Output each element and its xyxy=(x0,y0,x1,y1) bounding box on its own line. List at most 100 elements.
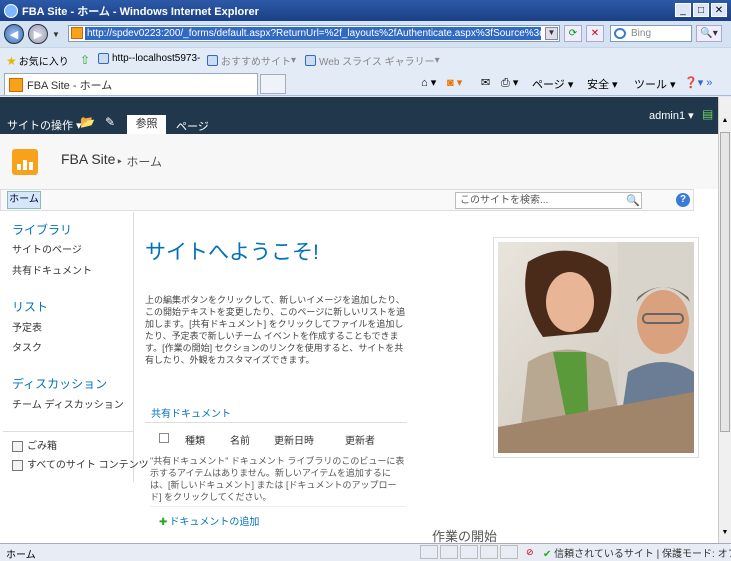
add-document-link[interactable]: ✚ ドキュメントの追加 xyxy=(159,513,259,528)
select-all-checkbox[interactable] xyxy=(159,433,169,443)
ie-page-icon xyxy=(207,55,218,66)
address-bar[interactable]: http://spdev0223:200/_forms/default.aspx… xyxy=(68,25,560,42)
ie-page-icon xyxy=(98,53,109,64)
maximize-button[interactable]: □ xyxy=(693,3,709,17)
page-menu-label: ページ xyxy=(532,79,565,91)
rss-icon[interactable]: ◙ ▾ xyxy=(447,76,462,89)
favorite-item[interactable]: http--localhost5973- xyxy=(98,53,200,64)
tools-menu-label: ツール xyxy=(634,79,667,91)
ql-tasks[interactable]: タスク xyxy=(12,339,42,354)
address-dropdown-icon[interactable]: ▼ xyxy=(545,27,558,40)
refresh-button[interactable]: ⟳ xyxy=(564,25,582,42)
forward-button[interactable]: ▶ xyxy=(28,24,48,44)
tab-page[interactable]: ページ xyxy=(176,118,209,134)
scroll-down-icon[interactable]: ▼ xyxy=(720,529,730,541)
window-titlebar: FBA Site - ホーム - Windows Internet Explor… xyxy=(0,0,731,21)
site-title[interactable]: FBA Site xyxy=(61,151,115,167)
favorite-item[interactable]: Web スライス ギャラリー ▾ xyxy=(305,53,440,68)
minimize-button[interactable]: _ xyxy=(675,3,691,17)
column-header-modified[interactable]: 更新日時 xyxy=(274,432,314,447)
user-name: admin1 xyxy=(649,110,686,122)
doclib-title[interactable]: 共有ドキュメント xyxy=(151,405,231,420)
ie-logo-icon xyxy=(4,3,18,18)
all-content-label: すべてのサイト コンテンツ xyxy=(27,460,149,471)
ql-site-pages[interactable]: サイトのページ xyxy=(12,241,82,256)
topnav-home[interactable]: ホーム xyxy=(7,191,41,209)
add-favorite-icon[interactable]: ⇧ xyxy=(80,53,90,67)
security-zone[interactable]: ✔ 信頼されているサイト | 保護モード: オフ xyxy=(543,545,731,560)
ql-lists[interactable]: リスト xyxy=(12,298,48,315)
scroll-thumb[interactable] xyxy=(720,132,730,432)
close-button[interactable]: ✕ xyxy=(711,3,727,17)
column-header-name[interactable]: 名前 xyxy=(230,432,250,447)
recycle-bin-icon xyxy=(12,440,23,452)
ql-discussions[interactable]: ディスカッション xyxy=(12,375,107,392)
user-menu[interactable]: admin1 ▾ xyxy=(649,109,694,122)
status-text: ホーム xyxy=(6,550,36,561)
divider xyxy=(3,431,134,432)
tab-browse[interactable]: 参照 xyxy=(127,115,166,134)
url-text[interactable]: http://spdev0223:200/_forms/default.aspx… xyxy=(85,27,541,40)
back-button[interactable]: ◀ xyxy=(4,24,24,44)
star-icon: ★ xyxy=(6,53,17,68)
favorites-label: お気に入り xyxy=(18,57,69,68)
window-title: FBA Site - ホーム - Windows Internet Explor… xyxy=(22,5,259,18)
welcome-image xyxy=(493,237,699,458)
tab-favicon xyxy=(9,77,23,92)
page-title: サイトへようこそ! xyxy=(145,241,319,264)
search-button[interactable]: 🔍▾ xyxy=(696,25,722,42)
status-box xyxy=(500,545,518,559)
help-icon[interactable]: ? xyxy=(676,193,690,207)
site-actions-menu[interactable]: サイトの操作 ▾ xyxy=(7,117,82,133)
focus-content-icon[interactable]: ▤ xyxy=(702,107,713,121)
add-icon: ✚ xyxy=(159,517,168,528)
site-logo-icon[interactable] xyxy=(12,149,38,175)
empty-message: "共有ドキュメント" ドキュメント ライブラリのこのビューに表示するアイテムはあ… xyxy=(150,456,405,502)
tools-menu[interactable]: ツール ▾ xyxy=(634,76,676,92)
history-dropdown-icon[interactable]: ▼ xyxy=(52,30,60,39)
scroll-up-icon[interactable]: ▲ xyxy=(720,117,730,129)
print-icon[interactable]: ⎙ ▾ xyxy=(501,76,518,90)
divider xyxy=(145,422,407,423)
edit-page-icon[interactable]: ✎ xyxy=(105,115,115,129)
ql-shared-docs[interactable]: 共有ドキュメント xyxy=(12,262,92,277)
favorites-button[interactable]: ★ お気に入り xyxy=(6,53,69,69)
safety-menu[interactable]: 安全 ▾ xyxy=(587,76,618,92)
navigate-up-icon[interactable]: 📂 xyxy=(80,115,95,129)
people-photo-icon xyxy=(498,242,694,453)
stop-button[interactable]: ✕ xyxy=(586,25,604,42)
page-menu[interactable]: ページ ▾ xyxy=(532,76,573,92)
search-icon[interactable]: 🔍 xyxy=(626,194,640,207)
divider xyxy=(150,506,406,507)
column-header-type[interactable]: 種類 xyxy=(185,432,205,447)
help-menu-icon[interactable]: ❓▾ » xyxy=(684,76,712,89)
site-search-input[interactable]: このサイトを検索... xyxy=(455,192,642,209)
ql-all-content[interactable]: すべてのサイト コンテンツ xyxy=(12,456,149,471)
ql-libraries[interactable]: ライブラリ xyxy=(12,221,72,238)
search-placeholder: Bing xyxy=(631,28,652,39)
all-content-icon xyxy=(12,459,23,471)
column-header-modified-by[interactable]: 更新者 xyxy=(345,432,375,447)
ql-calendar[interactable]: 予定表 xyxy=(12,319,42,334)
popup-blocked-icon[interactable]: ⊘ xyxy=(526,547,534,558)
window-controls: _ □ ✕ xyxy=(673,3,727,17)
recycle-bin-label: ごみ箱 xyxy=(27,441,57,452)
favorite-item-label: http--localhost5973- xyxy=(112,53,201,64)
new-tab-button[interactable] xyxy=(260,74,286,94)
status-box xyxy=(460,545,478,559)
search-input[interactable]: Bing xyxy=(610,25,692,42)
vertical-scrollbar[interactable]: ▲ ▼ xyxy=(718,97,731,543)
web-slice-icon xyxy=(305,55,316,66)
breadcrumb: ‣ ホーム xyxy=(116,155,163,169)
mail-icon[interactable]: ✉ xyxy=(481,76,490,89)
favorite-item[interactable]: おすすめサイト ▾ xyxy=(207,53,296,68)
ql-recycle-bin[interactable]: ごみ箱 xyxy=(12,437,57,452)
status-box xyxy=(440,545,458,559)
ql-team-discussion[interactable]: チーム ディスカッション xyxy=(12,396,124,411)
browser-tab[interactable]: FBA Site - ホーム xyxy=(4,73,258,95)
home-icon[interactable]: ⌂ ▾ xyxy=(421,76,436,89)
site-actions-label: サイトの操作 xyxy=(7,120,73,132)
favorite-item-label: Web スライス ギャラリー xyxy=(319,57,435,68)
check-icon: ✔ xyxy=(543,549,552,560)
intro-text: 上の編集ボタンをクリックして、新しいイメージを追加したり、この開始テキストを変更… xyxy=(145,295,406,365)
